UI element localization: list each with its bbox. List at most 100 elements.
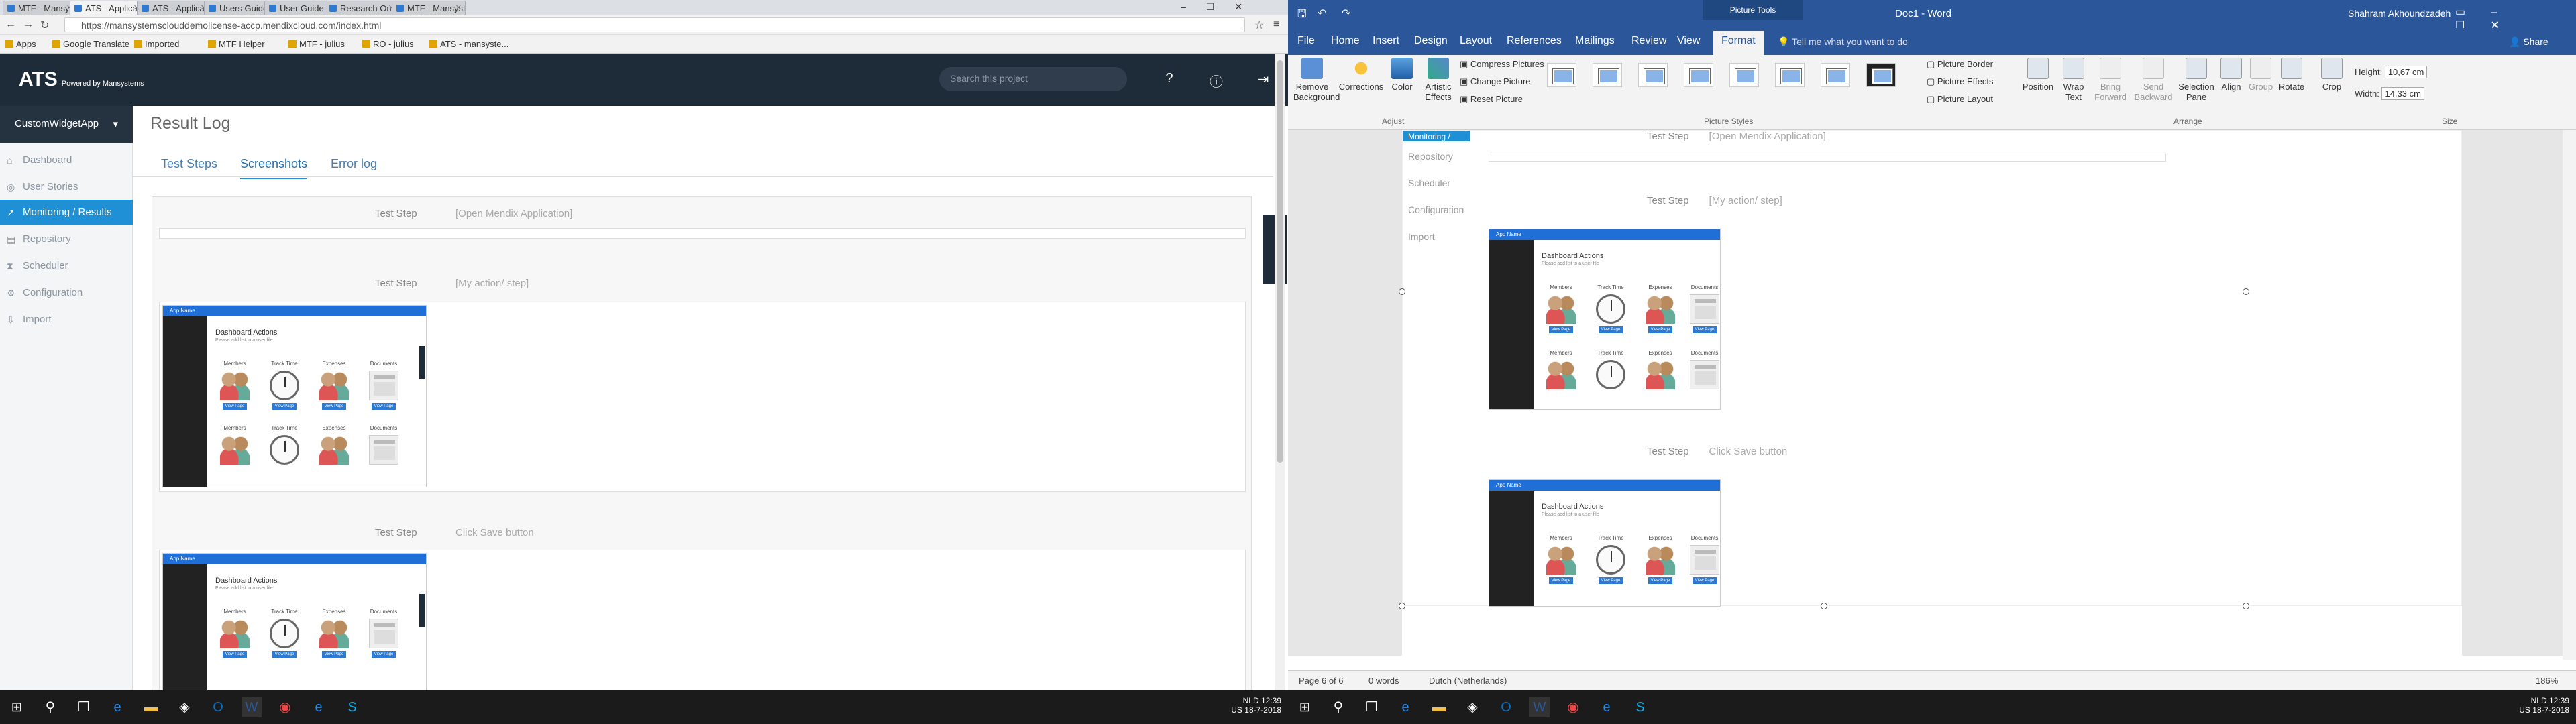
close-icon[interactable]: ✕ — [455, 3, 462, 12]
picture-style[interactable] — [1638, 63, 1668, 87]
picture-style[interactable] — [1684, 63, 1713, 87]
picture-layout-button[interactable]: ▢ Picture Layout — [1927, 94, 1993, 105]
skype-icon[interactable]: S — [342, 697, 362, 717]
back-icon[interactable]: ← — [5, 19, 16, 31]
star-icon[interactable]: ☆ — [1254, 19, 1264, 32]
picture-border-button[interactable]: ▢ Picture Border — [1927, 59, 1993, 70]
outlook-icon[interactable]: O — [1496, 697, 1516, 717]
bookmark[interactable]: MTF Helper — [208, 39, 265, 49]
word-icon[interactable]: W — [1529, 697, 1550, 717]
tray-right[interactable]: NLD 12:39 US 18-7-2018 — [2455, 696, 2569, 715]
skype-icon[interactable]: S — [1630, 697, 1650, 717]
help-icon[interactable]: ? — [1161, 71, 1178, 88]
search-icon[interactable]: ⚲ — [40, 697, 60, 717]
tell-me-input[interactable]: 💡 Tell me what you want to do — [1778, 36, 1908, 48]
tray-left[interactable]: NLD 12:39 US 18-7-2018 — [1167, 696, 1281, 715]
artistic-effects-button[interactable]: Artistic Effects — [1419, 58, 1457, 102]
corrections-button[interactable]: Corrections — [1338, 58, 1385, 92]
align-button[interactable]: Align — [2218, 58, 2245, 92]
picture-style[interactable] — [1821, 63, 1850, 87]
windows-start-icon[interactable]: ⊞ — [7, 697, 27, 717]
remove-background-button[interactable]: Remove Background — [1293, 58, 1340, 102]
compress-pictures-button[interactable]: ▣ Compress Pictures — [1460, 59, 1544, 70]
folder-icon[interactable]: ▬ — [1429, 697, 1449, 717]
bookmark[interactable]: ATS - mansyste... — [429, 39, 508, 49]
tab-file[interactable]: File — [1297, 35, 1315, 47]
bookmark[interactable]: Google Translate — [52, 39, 129, 49]
sidebar-item-dashboard[interactable]: ⌂ Dashboard — [0, 147, 133, 173]
ie-icon[interactable]: e — [309, 697, 329, 717]
chrome-icon[interactable]: ◉ — [1563, 697, 1583, 717]
height-field[interactable]: Height: 10,67 cm — [2355, 66, 2428, 78]
save-icon[interactable]: 🖫 — [1297, 7, 1307, 25]
redo-icon[interactable]: ↷ — [1342, 7, 1350, 20]
resize-handle[interactable] — [1399, 603, 1405, 609]
bookmark[interactable]: Imported — [134, 39, 179, 49]
resize-handle[interactable] — [2243, 288, 2249, 295]
sidebar-item-import[interactable]: ⇩ Import — [0, 307, 133, 333]
tab-test-steps[interactable]: Test Steps — [161, 157, 217, 178]
bookmark[interactable]: Apps — [5, 39, 36, 49]
store-icon[interactable]: ◈ — [1462, 697, 1483, 717]
tab-insert[interactable]: Insert — [1373, 35, 1399, 47]
user-name[interactable]: Shahram Akhoundzadeh — [2348, 8, 2451, 19]
search-icon[interactable]: ⚲ — [1328, 697, 1348, 717]
tab-view[interactable]: View — [1677, 35, 1700, 47]
rotate-button[interactable]: Rotate — [2277, 58, 2306, 92]
undo-icon[interactable]: ↶ — [1318, 7, 1326, 20]
embedded-screenshot[interactable]: Monitoring / Results Repository Schedule… — [1402, 130, 2462, 607]
change-picture-button[interactable]: ▣ Change Picture — [1460, 76, 1531, 87]
doc-screenshot-image[interactable]: App Name Dashboard Actions Please add li… — [1489, 479, 1721, 607]
url-input[interactable]: https://mansystemsclouddemolicense-accp.… — [64, 17, 1245, 32]
edge-icon[interactable]: e — [107, 697, 127, 717]
picture-effects-button[interactable]: ▢ Picture Effects — [1927, 76, 1993, 87]
word-count[interactable]: 0 words — [1368, 676, 1399, 686]
screenshot-image[interactable]: App Name Dashboard Actions Please add li… — [162, 553, 427, 690]
window-controls[interactable]: –☐✕ — [1181, 1, 1263, 13]
search-input[interactable]: Search this project — [939, 67, 1127, 91]
task-view-icon[interactable]: ❐ — [74, 697, 94, 717]
picture-style[interactable] — [1593, 63, 1622, 87]
sidebar-item-monitoring[interactable]: ↗ Monitoring / Results — [0, 200, 133, 225]
tab-screenshots[interactable]: Screenshots — [240, 157, 308, 179]
folder-icon[interactable]: ▬ — [141, 697, 161, 717]
chrome-icon[interactable]: ◉ — [275, 697, 295, 717]
outlook-icon[interactable]: O — [208, 697, 228, 717]
task-view-icon[interactable]: ❐ — [1362, 697, 1382, 717]
position-button[interactable]: Position — [2021, 58, 2055, 92]
windows-start-icon[interactable]: ⊞ — [1295, 697, 1315, 717]
browser-tab[interactable]: ATS - Application Te✕ — [70, 1, 144, 15]
browser-tab[interactable]: MTF - Mansystems✕ — [392, 1, 466, 15]
resize-handle[interactable] — [2243, 603, 2249, 609]
share-button[interactable]: 👤 Share — [2509, 36, 2548, 48]
word-icon[interactable]: W — [241, 697, 262, 717]
reload-icon[interactable]: ↻ — [40, 19, 49, 32]
resize-handle[interactable] — [1399, 288, 1405, 295]
sidebar-item-configuration[interactable]: ⚙ Configuration — [0, 280, 133, 306]
tab-layout[interactable]: Layout — [1460, 35, 1492, 47]
document-scrollbar[interactable] — [2563, 130, 2576, 660]
document-page[interactable]: Monitoring / Results Repository Schedule… — [1399, 130, 2462, 656]
tab-review[interactable]: Review — [1631, 35, 1666, 47]
tab-design[interactable]: Design — [1414, 35, 1448, 47]
picture-style[interactable] — [1729, 63, 1759, 87]
picture-style[interactable] — [1547, 63, 1576, 87]
app-selector[interactable]: CustomWidgetApp ▾ — [0, 106, 133, 143]
tab-format[interactable]: Format — [1713, 31, 1764, 55]
bookmark[interactable]: MTF - julius — [288, 39, 345, 49]
forward-icon[interactable]: → — [23, 19, 34, 31]
tab-home[interactable]: Home — [1331, 35, 1360, 47]
resize-handle[interactable] — [1821, 603, 1827, 609]
width-field[interactable]: Width: 14,33 cm — [2355, 87, 2424, 100]
bring-forward-button[interactable]: Bring Forward — [2092, 58, 2129, 102]
ats-logo[interactable]: ATS Powered by Mansystems — [19, 68, 144, 91]
bookmark[interactable]: RO - julius — [362, 39, 414, 49]
group-button[interactable]: Group — [2246, 58, 2275, 92]
crop-button[interactable]: Crop — [2318, 58, 2345, 92]
tab-references[interactable]: References — [1507, 35, 1562, 47]
zoom-level[interactable]: 186% — [2536, 676, 2558, 686]
sidebar-item-repository[interactable]: ▤ Repository — [0, 227, 133, 252]
language[interactable]: Dutch (Netherlands) — [1429, 676, 1507, 686]
sidebar-item-user-stories[interactable]: ◎ User Stories — [0, 174, 133, 200]
menu-icon[interactable]: ≡ — [1273, 19, 1279, 31]
